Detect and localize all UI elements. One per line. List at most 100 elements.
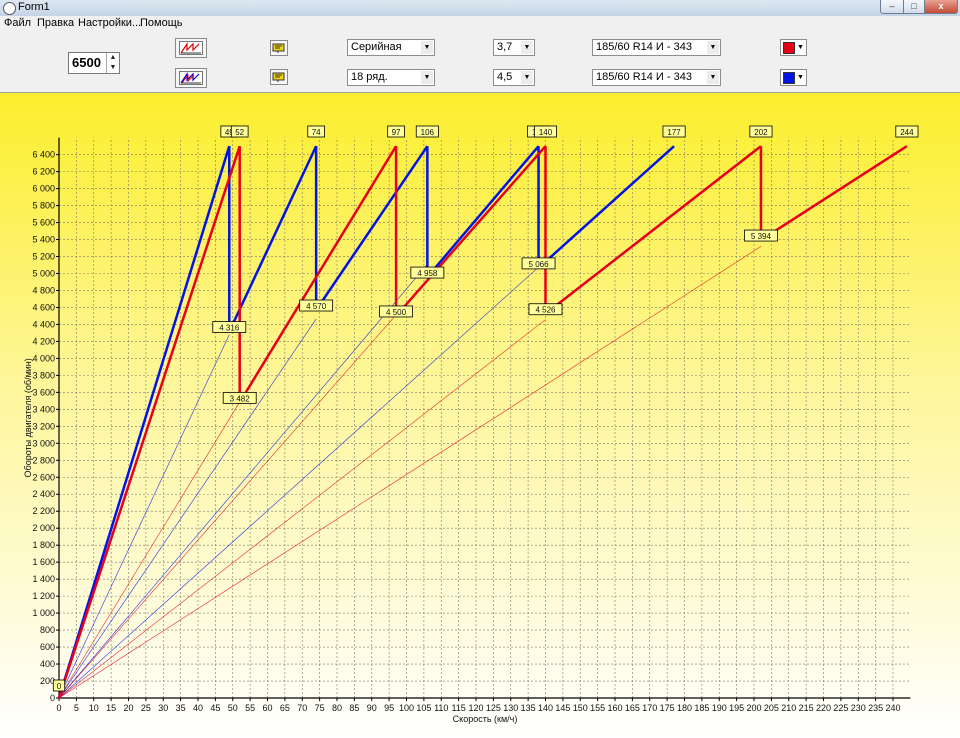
x-tick-label: 190 bbox=[712, 703, 727, 713]
chevron-down-icon[interactable]: ▼ bbox=[796, 41, 805, 54]
x-tick-label: 175 bbox=[660, 703, 675, 713]
rpm-label: 3 482 bbox=[230, 394, 251, 403]
x-tick-label: 150 bbox=[573, 703, 588, 713]
x-tick-label: 55 bbox=[245, 703, 255, 713]
gear-extension-line bbox=[58, 318, 317, 699]
y-tick-label: 6 200 bbox=[32, 167, 55, 177]
gear-line bbox=[426, 145, 540, 278]
x-tick-label: 160 bbox=[607, 703, 622, 713]
gear-settings-button-row1[interactable] bbox=[270, 40, 288, 56]
app-icon bbox=[3, 2, 16, 15]
x-tick-label: 220 bbox=[816, 703, 831, 713]
x-tick-label: 140 bbox=[538, 703, 553, 713]
x-tick-label: 120 bbox=[468, 703, 483, 713]
y-tick-label: 3 200 bbox=[32, 421, 55, 431]
window-title: Form1 bbox=[18, 1, 50, 13]
speed-label: 202 bbox=[754, 128, 768, 137]
maximize-button[interactable]: □ bbox=[903, 0, 925, 14]
chevron-down-icon[interactable]: ▼ bbox=[796, 71, 805, 84]
chart-button-row2[interactable] bbox=[175, 68, 207, 88]
title-bar: Form1 – □ x bbox=[0, 0, 960, 17]
x-tick-label: 95 bbox=[384, 703, 394, 713]
y-tick-label: 1 600 bbox=[32, 557, 55, 567]
speed-label: 97 bbox=[392, 128, 401, 137]
color-picker-row2[interactable]: ▼ bbox=[780, 69, 807, 86]
x-tick-label: 5 bbox=[74, 703, 79, 713]
y-tick-label: 1 000 bbox=[32, 608, 55, 618]
y-tick-label: 2 200 bbox=[32, 506, 55, 516]
rpm-label: 5 066 bbox=[529, 260, 550, 269]
y-tick-label: 0 bbox=[50, 693, 55, 703]
x-tick-label: 170 bbox=[642, 703, 657, 713]
tire-select-row2[interactable]: 185/60 R14 И - 343 ▼ bbox=[592, 69, 721, 86]
x-tick-label: 145 bbox=[555, 703, 570, 713]
chevron-down-icon[interactable]: ▼ bbox=[421, 71, 433, 84]
gear-line bbox=[57, 145, 241, 699]
y-tick-label: 5 200 bbox=[32, 252, 55, 262]
toolbar bbox=[0, 32, 960, 93]
x-tick-label: 115 bbox=[451, 703, 465, 713]
menu-settings[interactable]: Настройки... bbox=[78, 17, 141, 29]
chevron-down-icon[interactable]: ▼ bbox=[707, 41, 719, 54]
y-tick-label: 600 bbox=[40, 642, 55, 652]
final-drive-select-row1[interactable]: 3,7 ▼ bbox=[493, 39, 535, 56]
y-tick-label: 2 400 bbox=[32, 489, 55, 499]
x-tick-label: 165 bbox=[625, 703, 640, 713]
rpm-label: 4 958 bbox=[417, 269, 438, 278]
x-tick-label: 215 bbox=[799, 703, 814, 713]
rpm-label: 4 526 bbox=[535, 306, 556, 315]
tire-select-row1[interactable]: 185/60 R14 И - 343 ▼ bbox=[592, 39, 721, 56]
x-tick-label: 235 bbox=[868, 703, 883, 713]
y-tick-label: 5 600 bbox=[32, 218, 55, 228]
rpm-label: 4 316 bbox=[219, 324, 240, 333]
speed-label: 52 bbox=[235, 128, 244, 137]
menu-file[interactable]: Файл bbox=[4, 17, 31, 29]
x-tick-label: 230 bbox=[851, 703, 866, 713]
gear-settings-button-row2[interactable] bbox=[270, 69, 288, 85]
x-axis-label: Скорость (км/ч) bbox=[453, 714, 518, 724]
menu-help[interactable]: Помощь bbox=[140, 17, 183, 29]
x-tick-label: 195 bbox=[729, 703, 744, 713]
y-tick-label: 1 800 bbox=[32, 540, 55, 550]
gearbox-select-row2[interactable]: 18 ряд. ▼ bbox=[347, 69, 435, 86]
y-tick-label: 5 800 bbox=[32, 201, 55, 211]
max-rpm-value[interactable]: 6500 bbox=[72, 55, 101, 70]
chart-button-row1[interactable] bbox=[175, 38, 207, 58]
y-tick-label: 400 bbox=[40, 659, 55, 669]
menu-edit[interactable]: Правка bbox=[37, 17, 74, 29]
x-tick-label: 0 bbox=[56, 703, 61, 713]
x-tick-label: 130 bbox=[503, 703, 518, 713]
color-swatch-red bbox=[783, 42, 795, 54]
close-button[interactable]: x bbox=[924, 0, 958, 14]
tire-value-row2: 185/60 R14 И - 343 bbox=[596, 71, 692, 83]
final-drive-select-row2[interactable]: 4,5 ▼ bbox=[493, 69, 535, 86]
gear-line bbox=[57, 145, 231, 699]
x-tick-label: 15 bbox=[106, 703, 116, 713]
y-axis-label: Обороты двигателя (об/мин) bbox=[23, 358, 33, 477]
speed-label: 140 bbox=[539, 128, 553, 137]
color-picker-row1[interactable]: ▼ bbox=[780, 39, 807, 56]
max-rpm-spinbox[interactable]: 6500 ▲ ▼ bbox=[68, 52, 120, 74]
chevron-down-icon[interactable]: ▼ bbox=[421, 41, 433, 54]
y-tick-label: 6 400 bbox=[32, 150, 55, 160]
y-tick-label: 3 800 bbox=[32, 370, 55, 380]
y-tick-label: 800 bbox=[40, 625, 55, 635]
x-tick-label: 225 bbox=[833, 703, 848, 713]
gear-icon bbox=[272, 72, 285, 82]
origin-label: 0 bbox=[57, 682, 62, 691]
chart-icon bbox=[179, 71, 203, 85]
y-tick-label: 5 000 bbox=[32, 269, 55, 279]
chevron-down-icon[interactable]: ▼ bbox=[521, 41, 533, 54]
minimize-button[interactable]: – bbox=[880, 0, 904, 14]
gear-speed-chart: 0 5 10 15 20 25 30 35 40 45 50 55 60 65 70 75 80 85 90 95 10… bbox=[23, 125, 919, 724]
menu-bar: Файл Правка Настройки... Помощь bbox=[0, 16, 960, 32]
final-drive-value-row2: 4,5 bbox=[497, 71, 513, 83]
speed-label: 106 bbox=[421, 128, 435, 137]
spin-arrows-icon[interactable]: ▲ ▼ bbox=[106, 53, 119, 73]
y-tick-label: 3 600 bbox=[32, 387, 55, 397]
x-tick-label: 50 bbox=[228, 703, 238, 713]
chevron-down-icon[interactable]: ▼ bbox=[707, 71, 719, 84]
gearbox-select-row1[interactable]: Серийная ▼ bbox=[347, 39, 435, 56]
x-tick-label: 155 bbox=[590, 703, 605, 713]
chevron-down-icon[interactable]: ▼ bbox=[521, 71, 533, 84]
